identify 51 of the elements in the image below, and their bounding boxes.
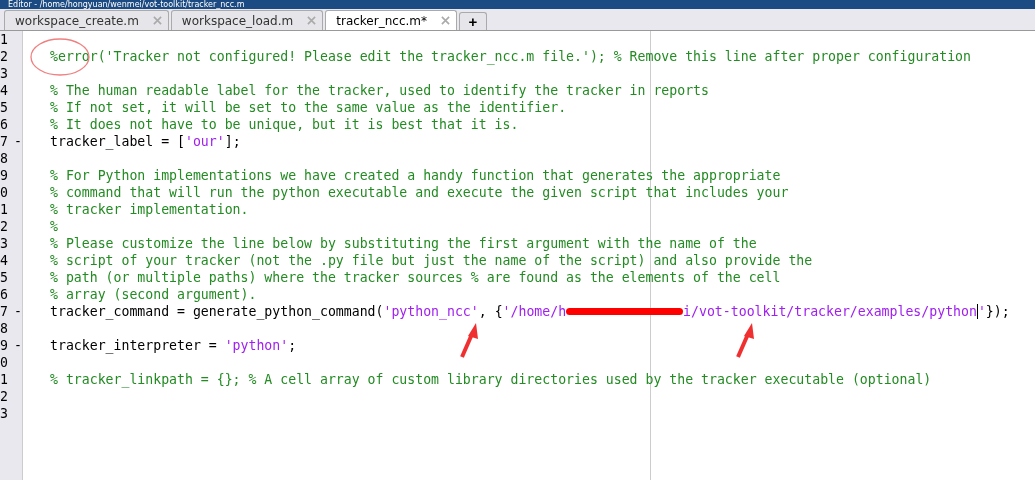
line-number: 3 — [0, 406, 8, 421]
code-line: % The human readable label for the tracker, used to identify the tracker in reports — [50, 82, 709, 99]
line-number: 2 — [0, 219, 8, 234]
code-line: % array (second argument). — [50, 286, 257, 303]
line-number: 5 — [0, 100, 8, 115]
code-line: tracker_command = generate_python_command('python_ncc', {'/home/h i/vot-toolkit/tracker/examples/python'}); — [50, 303, 1010, 320]
close-icon[interactable] — [307, 16, 317, 25]
code-line: tracker_interpreter = 'python'; — [50, 337, 297, 354]
code-line: % command that will run the python executable and execute the given script that includes your — [50, 184, 789, 201]
new-tab-button[interactable]: + — [459, 12, 487, 30]
line-number: 4 — [0, 83, 8, 98]
file-tab[interactable]: workspace_create.m — [4, 10, 169, 30]
code-line: % script of your tracker (not the .py file but just the name of the script) and also provide the — [50, 252, 813, 269]
code-line: % It does not have to be unique, but it is best that it is. — [50, 116, 519, 133]
code-line: % For Python implementations we have created a handy function that generates the appropriate — [50, 167, 781, 184]
line-number: 1 — [0, 202, 8, 217]
close-icon[interactable] — [152, 16, 162, 25]
line-number: 6 — [0, 287, 8, 302]
line-number: 3 — [0, 66, 8, 81]
breakpoint-dash[interactable]: - — [14, 134, 22, 149]
line-number: 9 — [0, 338, 8, 353]
line-number: 1 — [0, 32, 8, 47]
line-number: 8 — [0, 321, 8, 336]
code-line: % If not set, it will be set to the same value as the identifier. — [50, 99, 567, 116]
code-line: % Please customize the line below by substituting the first argument with the name of the — [50, 235, 757, 252]
line-number: 7 — [0, 134, 8, 149]
file-tab[interactable]: workspace_load.m — [170, 10, 324, 30]
line-number: 3 — [0, 236, 8, 251]
line-number: 6 — [0, 117, 8, 132]
file-tab[interactable]: tracker_ncc.m* — [325, 10, 457, 30]
line-number: 2 — [0, 49, 8, 64]
line-number: 7 — [0, 304, 8, 319]
close-icon[interactable] — [441, 16, 450, 25]
code-line: % — [50, 218, 58, 235]
breakpoint-dash[interactable]: - — [14, 304, 22, 319]
line-number: 1 — [0, 372, 8, 387]
text-cursor — [976, 304, 978, 319]
window-title: Editor - /home/hongyuan/wenmei/vot-toolkit/tracker_ncc.m — [8, 0, 245, 9]
code-line: % tracker_linkpath = {}; % A cell array of custom library directories used by the tracker executable (optional) — [50, 371, 932, 388]
line-number: 4 — [0, 253, 8, 268]
line-number: 5 — [0, 270, 8, 285]
line-number: 9 — [0, 168, 8, 183]
line-number: 0 — [0, 185, 8, 200]
line-number: 0 — [0, 355, 8, 370]
line-number: 8 — [0, 151, 8, 166]
code-line: %error('Tracker not configured! Please edit the tracker_ncc.m file.'); % Remove this line after proper configuration — [50, 48, 971, 65]
code-line: % path (or multiple paths) where the tracker sources % are found as the elements of the cell — [50, 269, 781, 286]
code-line: tracker_label = ['our']; — [50, 133, 241, 150]
breakpoint-dash[interactable]: - — [14, 338, 22, 353]
code-line: % tracker implementation. — [50, 201, 249, 218]
line-number: 2 — [0, 389, 8, 404]
